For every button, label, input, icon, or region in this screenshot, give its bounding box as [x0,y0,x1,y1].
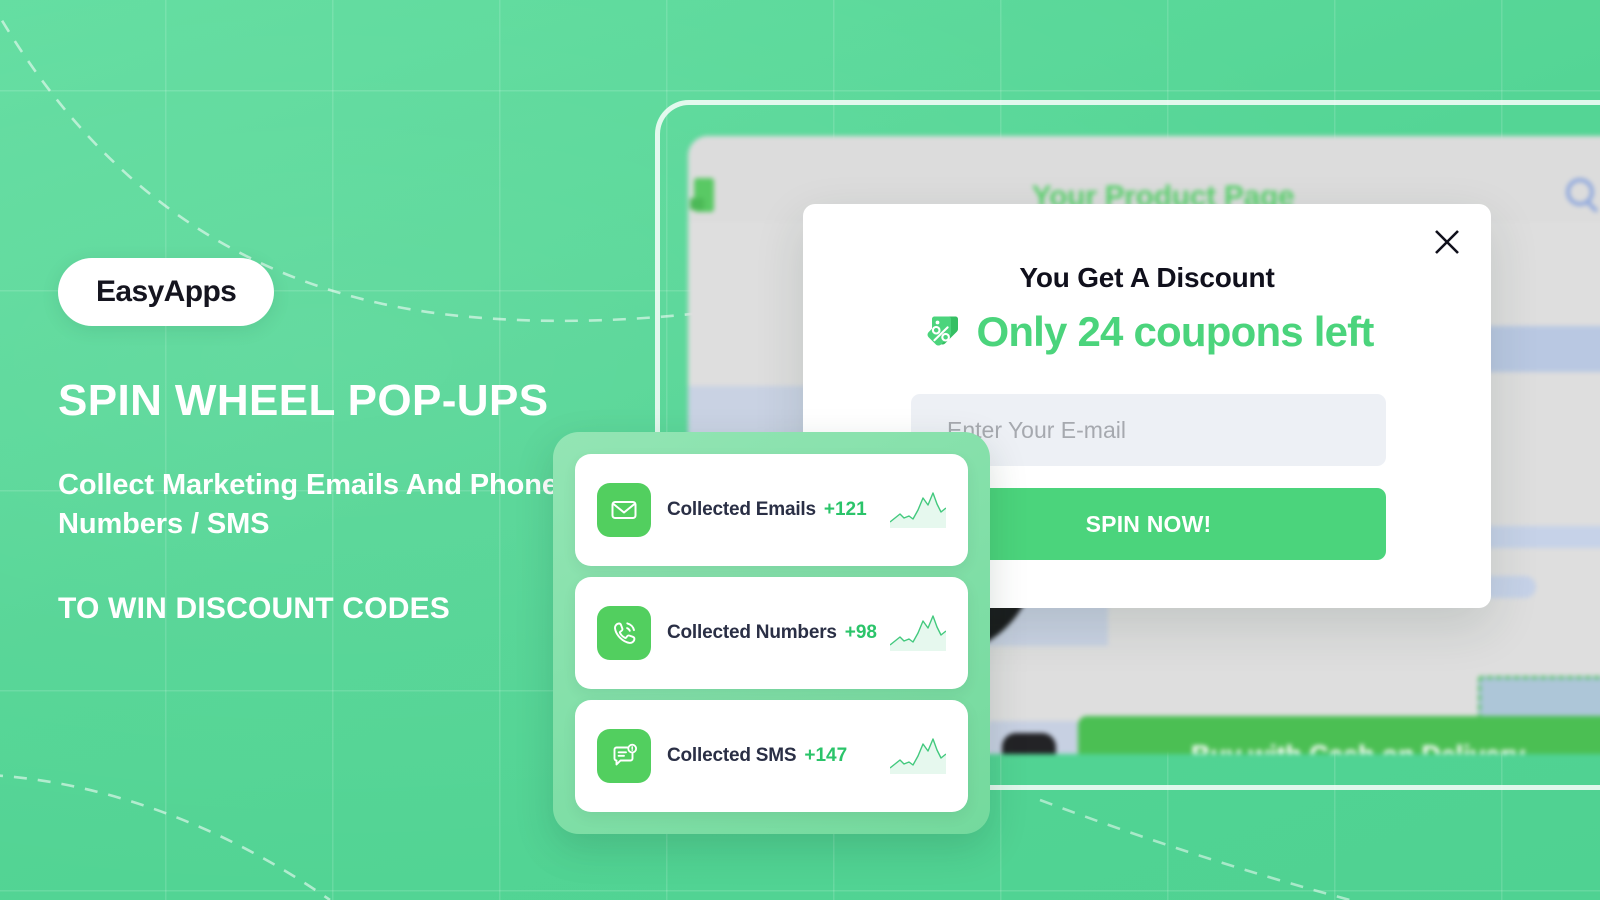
stat-delta: +147 [804,745,848,766]
sparkline-chart [889,734,947,779]
sparkline-chart [889,611,947,656]
coupon-line: Only 24 coupons left [803,308,1491,356]
popup-title: You Get A Discount [1019,262,1275,293]
discount-tag-icon [920,310,964,354]
stat-row: Collected SMS +147 [667,745,880,767]
stat-body: Collected SMS +147 [667,745,880,767]
close-icon[interactable] [1427,222,1467,262]
brand-badge: EasyApps [58,258,275,326]
stat-label: Collected SMS [667,745,797,766]
stat-body: Collected Numbers +98 [667,622,880,644]
coupons-left-text: Only 24 coupons left [976,308,1374,355]
stat-card-sms[interactable]: Collected SMS +147 [575,700,968,812]
stat-delta: +121 [823,499,867,520]
mockup-text-placeholder [1478,326,1600,372]
sparkline-chart [889,488,947,533]
stat-body: Collected Emails +121 [667,499,880,521]
stat-row: Collected Emails +121 [667,499,880,521]
stat-card-numbers[interactable]: Collected Numbers +98 [575,577,968,689]
hero-footline: TO WIN DISCOUNT CODES [58,592,450,626]
search-icon[interactable] [1566,178,1594,206]
phone-call-icon [597,606,651,660]
stat-card-emails[interactable]: Collected Emails +121 [575,454,968,566]
stat-label: Collected Emails [667,499,816,520]
stat-row: Collected Numbers +98 [667,622,880,644]
hero-subtitle: Collect Marketing Emails And Phone Numbe… [58,469,558,541]
mockup-text-placeholder [1478,526,1600,548]
stat-label: Collected Numbers [667,622,837,643]
mockup-product-thumbnail[interactable] [988,721,1080,754]
mockup-buy-button[interactable]: Buy with Cash on Delivery [1078,716,1600,754]
chat-bubble-icon [597,729,651,783]
page-title: SPIN WHEEL POP-UPS [58,376,549,425]
brand-name: EasyApps [96,275,237,308]
envelope-icon [597,483,651,537]
promo-banner: EasyApps SPIN WHEEL POP-UPS Collect Mark… [0,0,1600,900]
stat-delta: +98 [844,622,877,643]
stats-panel: Collected Emails +121 Collected Numbers … [553,432,990,834]
hero-column: EasyApps SPIN WHEEL POP-UPS Collect Mark… [58,258,618,626]
